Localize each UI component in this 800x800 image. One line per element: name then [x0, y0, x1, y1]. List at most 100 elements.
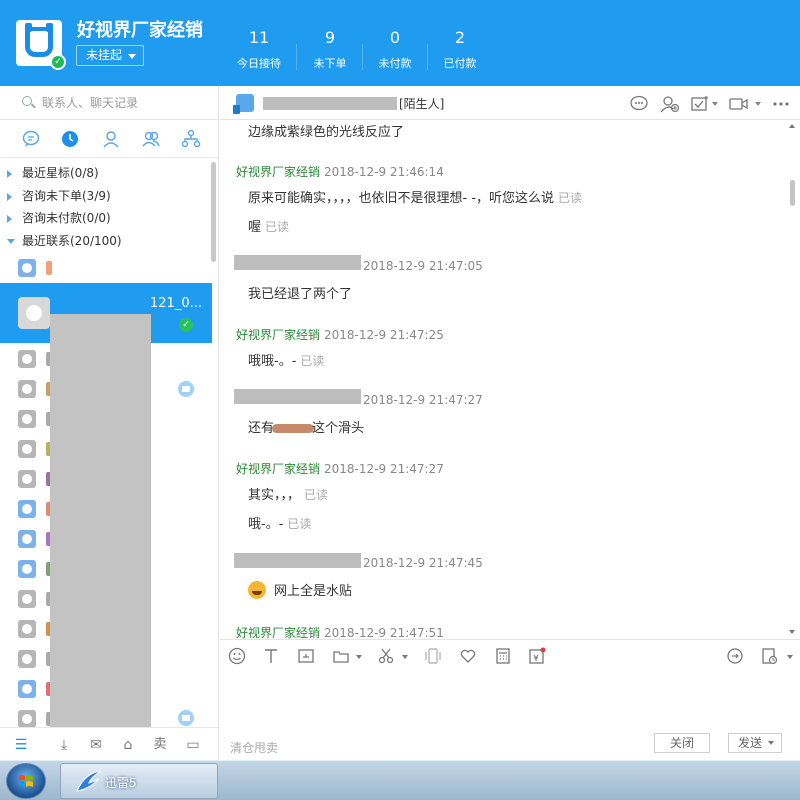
- scissors-icon[interactable]: [377, 647, 395, 665]
- calculator-icon[interactable]: [494, 647, 512, 665]
- contact-name: 121_0...: [150, 296, 202, 311]
- chevron-down-icon[interactable]: [768, 741, 774, 745]
- mailbox-icon[interactable]: ✉: [88, 737, 104, 753]
- stat-today-received[interactable]: 11 今日接待: [226, 28, 292, 71]
- group-not-paid[interactable]: 咨询未付款(0/0): [0, 207, 210, 229]
- shop-icon[interactable]: ⌂: [120, 737, 136, 753]
- redacted-customer-name: [234, 553, 361, 568]
- shake-icon[interactable]: [424, 647, 442, 665]
- avatar: [18, 470, 36, 488]
- shop-name: 好视界厂家经销: [77, 20, 203, 41]
- coupon-icon[interactable]: [528, 647, 546, 665]
- sell-icon[interactable]: 卖: [152, 737, 168, 753]
- caret-right-icon: [7, 215, 12, 223]
- message-input[interactable]: [226, 675, 786, 715]
- timestamp: 2018-12-9 21:46:14: [324, 165, 444, 179]
- stat-unpaid[interactable]: 0 未付款: [362, 28, 428, 71]
- redacted-names-block: [50, 314, 151, 727]
- heart-icon[interactable]: [459, 647, 477, 665]
- stat-value: 11: [248, 28, 270, 47]
- redacted-customer-name: [234, 255, 361, 270]
- chat-bubble-icon[interactable]: [629, 95, 649, 113]
- chat-panel: [陌生人] 边缘成紫绿色的光线反应了 好视界厂家经销 2018-12-9 21:4…: [220, 86, 800, 760]
- group-not-ordered[interactable]: 咨询未下单(3/9): [0, 185, 210, 207]
- contact-row[interactable]: [0, 253, 212, 283]
- timestamp: 2018-12-9 21:47:45: [363, 556, 483, 570]
- clock-icon[interactable]: [60, 129, 80, 149]
- more-icon[interactable]: [771, 95, 791, 113]
- avatar: [18, 297, 50, 329]
- stat-not-ordered[interactable]: 9 未下单: [297, 28, 363, 71]
- timestamp: 2018-12-9 21:47:27: [363, 393, 483, 407]
- search-input[interactable]: [42, 94, 202, 112]
- redacted-word: [272, 424, 315, 433]
- screenshot-icon[interactable]: [297, 647, 315, 665]
- contact-tag: [陌生人]: [397, 95, 447, 112]
- chevron-down-icon[interactable]: [356, 655, 362, 659]
- scroll-down-icon[interactable]: [789, 630, 795, 634]
- chevron-down-icon[interactable]: [755, 102, 761, 106]
- message-text: 网上全是水贴: [274, 584, 353, 599]
- taskbar-item-label: 迅雷5: [105, 776, 137, 790]
- status-dropdown[interactable]: 未挂起: [76, 45, 144, 66]
- read-receipt: 已读: [287, 517, 312, 531]
- avatar: [18, 560, 36, 578]
- task-add-icon[interactable]: [690, 95, 710, 113]
- chat-bubble-icon[interactable]: [21, 129, 41, 149]
- chat-header: [陌生人]: [220, 86, 800, 120]
- avatar: [18, 500, 36, 518]
- stat-paid[interactable]: 2 已付款: [427, 28, 493, 71]
- message-text: 哦哦-。-: [248, 354, 297, 369]
- windows-logo-icon: [19, 775, 33, 787]
- chevron-down-icon[interactable]: [787, 655, 793, 659]
- send-button[interactable]: 发送: [728, 733, 782, 753]
- add-contact-icon[interactable]: [660, 95, 680, 113]
- start-button[interactable]: [6, 763, 46, 799]
- contact-list: 最近星标(0/8) 咨询未下单(3/9) 咨询未付款(0/0) 最近联系(20/…: [0, 160, 218, 727]
- message-meta: 好视界厂家经销 2018-12-9 21:47:25: [236, 326, 444, 343]
- message-text: 还有: [248, 421, 275, 436]
- message-text: 喔: [248, 220, 262, 235]
- message-row: 哦-。- 已读: [248, 513, 311, 532]
- group-icon[interactable]: [141, 129, 161, 149]
- history-icon[interactable]: [760, 647, 778, 665]
- contact-list-scrollbar[interactable]: [211, 162, 216, 262]
- message-text: 原来可能确实，，，，也依旧不是很理想- -，听您这么说: [248, 191, 555, 206]
- message-scrollbar[interactable]: [790, 180, 795, 206]
- group-recent[interactable]: 最近联系(20/100): [0, 230, 210, 252]
- menu-icon[interactable]: ☰: [13, 737, 29, 753]
- download-icon[interactable]: ⤓: [56, 737, 72, 753]
- stat-label: 今日接待: [237, 57, 281, 70]
- font-icon[interactable]: [262, 647, 280, 665]
- folder-icon[interactable]: [332, 647, 350, 665]
- caret-down-icon: [7, 239, 15, 244]
- timestamp: 2018-12-9 21:47:25: [324, 328, 444, 342]
- contacts-panel: 最近星标(0/8) 咨询未下单(3/9) 咨询未付款(0/0) 最近联系(20/…: [0, 86, 219, 760]
- video-call-icon[interactable]: [728, 95, 748, 113]
- message-text: 我已经退了两个了: [248, 287, 353, 302]
- shop-logo[interactable]: ✓: [16, 20, 66, 70]
- taskbar-item-thunder[interactable]: 迅雷5: [60, 763, 218, 799]
- read-receipt: 已读: [265, 220, 290, 234]
- sender-name: 好视界厂家经销: [236, 165, 321, 179]
- message-badge-icon: [178, 381, 194, 397]
- message-meta: 好视界厂家经销 2018-12-9 21:46:14: [236, 163, 444, 180]
- emoji-icon[interactable]: [228, 647, 246, 665]
- scroll-up-icon[interactable]: [789, 124, 795, 128]
- contact-name-fragment: [46, 261, 52, 275]
- input-hint: 清仓甩卖: [230, 741, 279, 755]
- quick-reply-icon[interactable]: [726, 647, 744, 665]
- stat-label: 已付款: [443, 57, 477, 70]
- org-chart-icon[interactable]: [181, 129, 201, 149]
- message-row: 其实，，， 已读: [248, 484, 328, 503]
- window-icon[interactable]: ▭: [185, 737, 201, 753]
- chevron-down-icon[interactable]: [402, 655, 408, 659]
- person-icon[interactable]: [101, 129, 121, 149]
- windows-taskbar: 迅雷5: [0, 760, 800, 800]
- avatar: [18, 590, 36, 608]
- chevron-down-icon[interactable]: [712, 102, 718, 106]
- close-button[interactable]: 关闭: [654, 733, 710, 753]
- send-label: 发送: [738, 736, 763, 750]
- group-starred[interactable]: 最近星标(0/8): [0, 162, 210, 184]
- group-label: 最近星标(0/8): [22, 166, 99, 180]
